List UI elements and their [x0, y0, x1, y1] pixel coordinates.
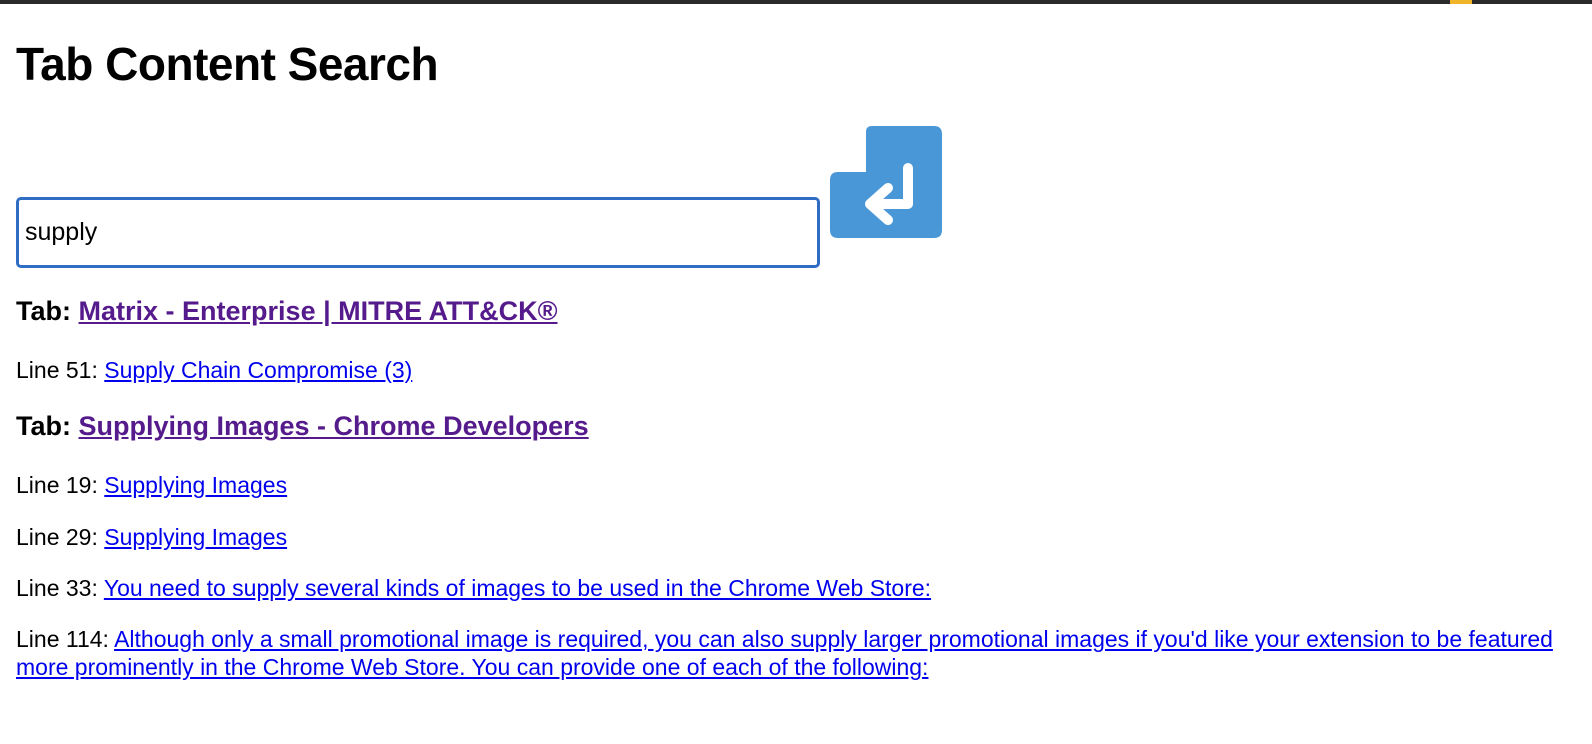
- tab-prefix: Tab:: [16, 296, 71, 326]
- result-line: Line 33: You need to supply several kind…: [16, 574, 931, 602]
- line-prefix: Line 33:: [16, 575, 98, 601]
- line-prefix: Line 19:: [16, 472, 98, 498]
- window-top-bar: [0, 0, 1592, 4]
- result-tab-heading: Tab: Matrix - Enterprise | MITRE ATT&CK®: [16, 293, 558, 329]
- search-enter-button[interactable]: [830, 126, 942, 238]
- line-link[interactable]: Although only a small promotional image …: [16, 626, 1553, 680]
- result-line: Line 114: Although only a small promotio…: [16, 625, 1576, 681]
- window-top-accent: [1450, 0, 1472, 4]
- tab-title-link[interactable]: Matrix - Enterprise | MITRE ATT&CK®: [79, 296, 558, 326]
- result-line: Line 51: Supply Chain Compromise (3): [16, 356, 412, 384]
- enter-return-icon: [830, 126, 942, 238]
- line-link[interactable]: You need to supply several kinds of imag…: [104, 575, 931, 601]
- line-link[interactable]: Supplying Images: [104, 524, 287, 550]
- line-prefix: Line 29:: [16, 524, 98, 550]
- tab-prefix: Tab:: [16, 411, 71, 441]
- result-tab-heading: Tab: Supplying Images - Chrome Developer…: [16, 408, 589, 444]
- line-prefix: Line 114:: [16, 626, 109, 652]
- line-link[interactable]: Supplying Images: [104, 472, 287, 498]
- result-line: Line 19: Supplying Images: [16, 471, 287, 499]
- line-link[interactable]: Supply Chain Compromise (3): [104, 357, 412, 383]
- line-prefix: Line 51:: [16, 357, 98, 383]
- result-line: Line 29: Supplying Images: [16, 523, 287, 551]
- search-input[interactable]: [16, 197, 820, 268]
- tab-title-link[interactable]: Supplying Images - Chrome Developers: [79, 411, 589, 441]
- page-title: Tab Content Search: [16, 38, 439, 90]
